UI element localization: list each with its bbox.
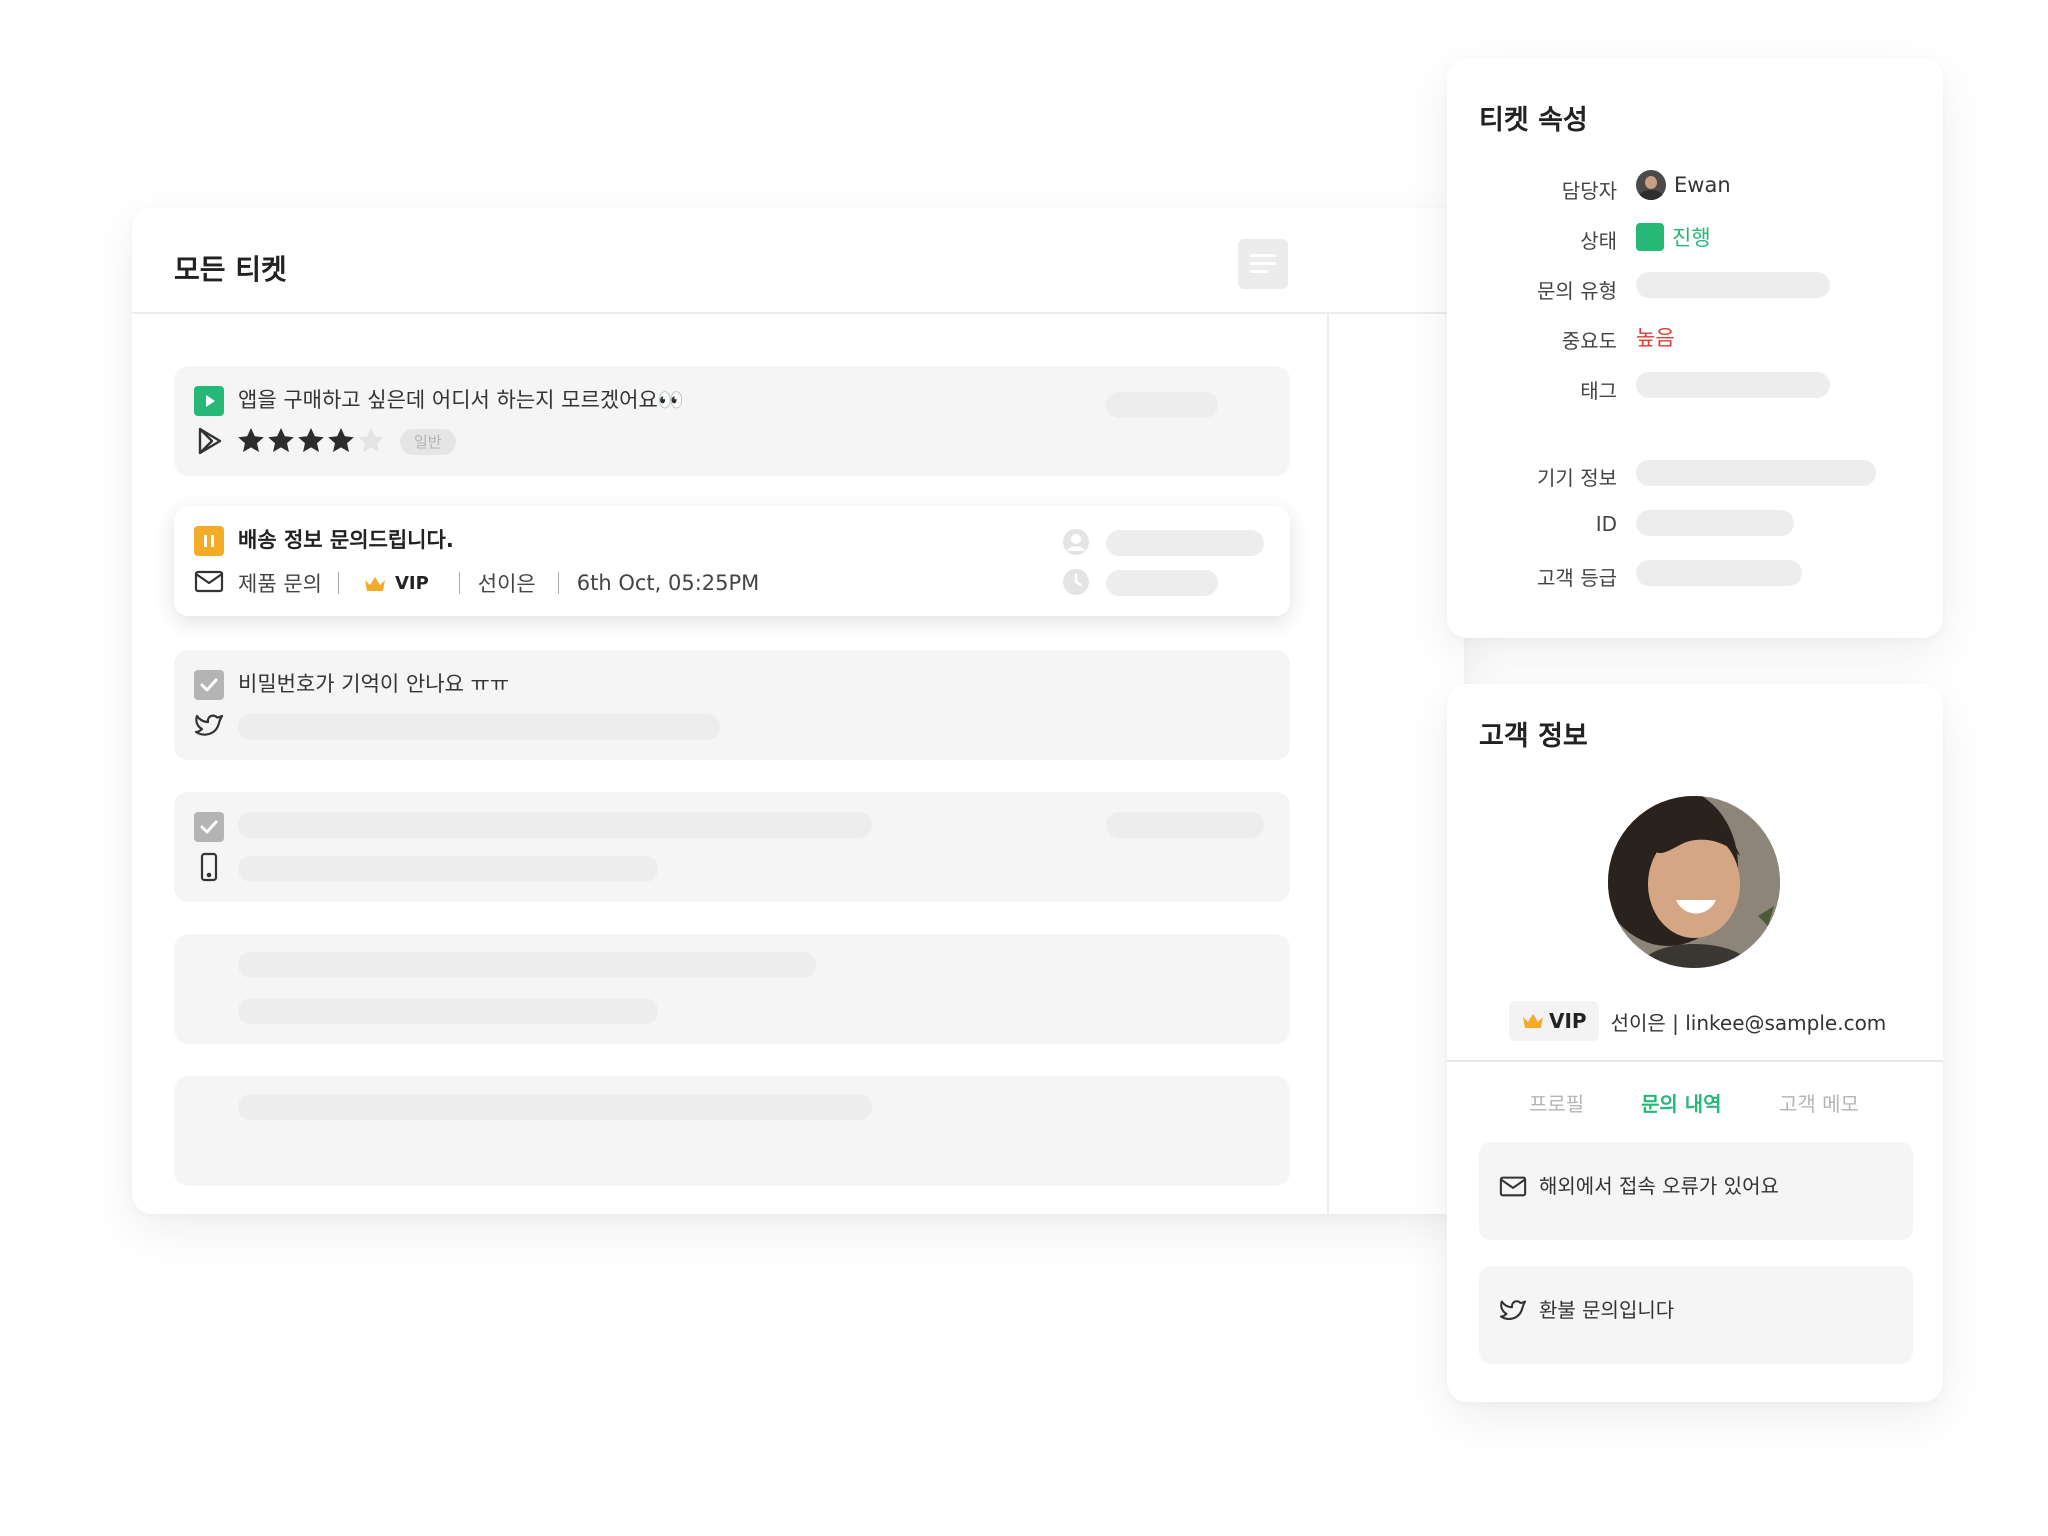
pause-status-icon xyxy=(194,526,224,556)
ticket-meta: 제품 문의 VIP 선이은 6th Oct, 05:25PM xyxy=(238,568,759,598)
ticket-attributes-panel: 티켓 속성 담당자 Ewan 상태 진행 문의 유형 중요도 높음 태그 기기 … xyxy=(1447,58,1943,638)
priority-value[interactable]: 높음 xyxy=(1636,322,1675,352)
ticket-row-placeholder[interactable] xyxy=(174,934,1290,1044)
assignee-value[interactable]: Ewan xyxy=(1636,170,1731,200)
ticket-title: 앱을 구매하고 싶은데 어디서 하는지 모르겠어요👀 xyxy=(238,388,684,412)
tabs-divider xyxy=(1447,1060,1943,1062)
placeholder-bar xyxy=(1636,560,1802,586)
placeholder-bar xyxy=(1106,812,1264,838)
customer-info-title: 고객 정보 xyxy=(1479,721,1588,752)
placeholder-bar xyxy=(238,998,658,1024)
star-empty-icon xyxy=(358,428,384,452)
tag-badge: 일반 xyxy=(400,429,456,455)
all-tickets-panel: 모든 티켓 앱을 구매하고 싶은데 어디서 하는지 모르겠어요👀 일반 배송 정… xyxy=(132,208,1464,1214)
ticket-time: 6th Oct, 05:25PM xyxy=(576,571,760,595)
vip-label: VIP xyxy=(1549,1009,1587,1033)
ticket-row[interactable] xyxy=(174,792,1290,902)
star-icon xyxy=(268,428,294,452)
placeholder-bar xyxy=(238,952,816,978)
crown-icon xyxy=(1521,1012,1545,1030)
twitter-icon xyxy=(1499,1296,1527,1324)
ticket-title: 배송 정보 문의드립니다. xyxy=(238,528,454,552)
star-rating xyxy=(236,426,386,456)
customer-name: 선이은 xyxy=(477,572,536,596)
vip-label: VIP xyxy=(394,572,429,594)
clock-icon xyxy=(1062,568,1090,596)
mail-icon xyxy=(1499,1172,1527,1200)
placeholder-bar xyxy=(1636,372,1830,398)
status-label: 상태 xyxy=(1580,229,1617,253)
placeholder-bar xyxy=(1106,392,1218,418)
check-status-icon xyxy=(194,812,224,842)
placeholder-bar xyxy=(238,856,658,882)
mail-icon xyxy=(194,566,224,596)
twitter-icon xyxy=(194,710,224,740)
header-divider xyxy=(132,312,1464,314)
ticket-row-selected[interactable]: 배송 정보 문의드립니다. 제품 문의 VIP 선이은 6th Oct, 05:… xyxy=(174,506,1290,616)
inquiry-item[interactable]: 환불 문의입니다 xyxy=(1479,1266,1913,1364)
play-status-icon xyxy=(194,386,224,416)
priority-label: 중요도 xyxy=(1561,329,1617,353)
customer-name-email: 선이은 | linkee@sample.com xyxy=(1610,1010,1887,1035)
id-label: ID xyxy=(1595,512,1617,536)
placeholder-bar xyxy=(1636,460,1876,486)
status-text: 진행 xyxy=(1672,226,1711,250)
page-title: 모든 티켓 xyxy=(174,253,287,286)
star-icon xyxy=(328,428,354,452)
assignee-avatar xyxy=(1636,170,1666,200)
inquiry-item[interactable]: 해외에서 접속 오류가 있어요 xyxy=(1479,1142,1913,1240)
check-status-icon xyxy=(194,670,224,700)
placeholder-bar xyxy=(238,1094,872,1120)
tag-label: 태그 xyxy=(1580,379,1617,403)
device-info-label: 기기 정보 xyxy=(1537,466,1617,490)
customer-avatar xyxy=(1608,796,1780,968)
menu-button[interactable] xyxy=(1238,239,1288,289)
mobile-icon xyxy=(194,852,224,882)
placeholder-bar xyxy=(238,714,720,740)
tab-profile[interactable]: 프로필 xyxy=(1529,1088,1584,1117)
tab-inquiry-history[interactable]: 문의 내역 xyxy=(1641,1088,1722,1117)
tab-customer-memo[interactable]: 고객 메모 xyxy=(1779,1088,1859,1117)
ticket-title: 비밀번호가 기억이 안나요 ㅠㅠ xyxy=(238,672,510,696)
crown-icon xyxy=(363,574,387,592)
assignee-label: 담당자 xyxy=(1561,179,1617,203)
ticket-row-placeholder[interactable] xyxy=(174,1076,1290,1186)
user-icon xyxy=(1062,528,1090,556)
google-play-icon xyxy=(194,426,224,456)
customer-grade-label: 고객 등급 xyxy=(1537,566,1617,590)
column-divider xyxy=(1327,314,1329,1214)
ticket-row[interactable]: 앱을 구매하고 싶은데 어디서 하는지 모르겠어요👀 일반 xyxy=(174,366,1290,476)
star-icon xyxy=(238,428,264,452)
placeholder-bar xyxy=(1636,510,1794,536)
ticket-row[interactable]: 비밀번호가 기억이 안나요 ㅠㅠ xyxy=(174,650,1290,760)
inquiry-title: 환불 문의입니다 xyxy=(1539,1298,1675,1322)
status-color-swatch xyxy=(1636,223,1664,251)
placeholder-bar xyxy=(238,812,872,838)
placeholder-bar xyxy=(1636,272,1830,298)
inquiry-title: 해외에서 접속 오류가 있어요 xyxy=(1539,1174,1779,1198)
status-value[interactable]: 진행 xyxy=(1636,222,1711,252)
assignee-name: Ewan xyxy=(1674,173,1731,197)
star-icon xyxy=(298,428,324,452)
placeholder-bar xyxy=(1106,530,1264,556)
attributes-title: 티켓 속성 xyxy=(1479,105,1588,136)
vip-badge: VIP xyxy=(1509,1001,1599,1041)
menu-icon xyxy=(1250,254,1276,257)
customer-summary: VIP 선이은 | linkee@sample.com xyxy=(1509,1000,1886,1042)
inquiry-type: 제품 문의 xyxy=(238,572,322,596)
inquiry-type-label: 문의 유형 xyxy=(1537,279,1617,303)
placeholder-bar xyxy=(1106,570,1218,596)
customer-info-panel: 고객 정보 VIP 선이은 | linkee@sample.com 프로필 문의… xyxy=(1447,684,1943,1402)
